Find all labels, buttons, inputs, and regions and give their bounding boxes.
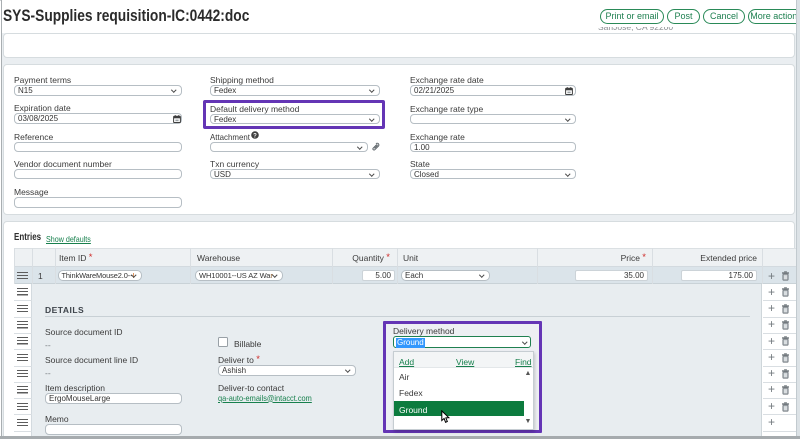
svg-text:?: ?	[253, 133, 257, 139]
